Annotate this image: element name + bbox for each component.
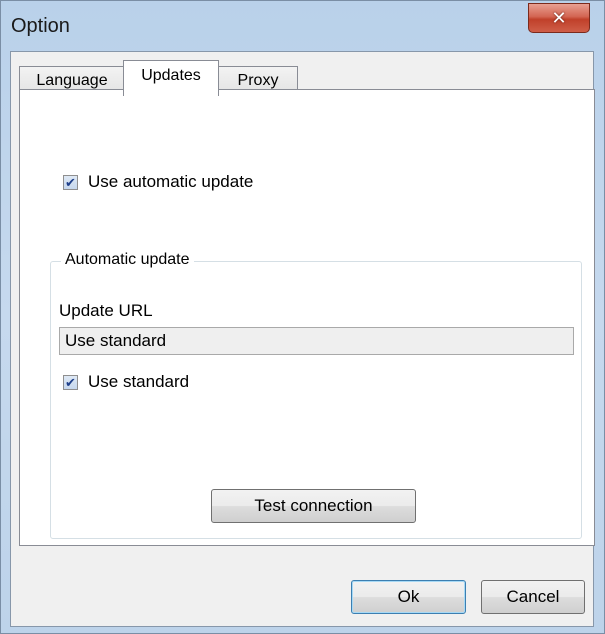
- use-standard-checkbox[interactable]: ✔: [63, 374, 78, 390]
- use-automatic-update-checkbox[interactable]: ✔: [63, 174, 78, 190]
- check-icon: ✔: [65, 174, 76, 190]
- tab-proxy-label: Proxy: [237, 71, 279, 89]
- cancel-button[interactable]: Cancel: [481, 580, 585, 614]
- update-url-field[interactable]: Use standard: [59, 327, 574, 355]
- close-icon: ✕: [551, 7, 567, 28]
- update-url-label: Update URL: [59, 301, 153, 320]
- use-automatic-update-row[interactable]: ✔ Use automatic update: [63, 172, 253, 192]
- use-standard-row[interactable]: ✔ Use standard: [63, 372, 189, 392]
- use-standard-label: Use standard: [88, 372, 190, 391]
- test-connection-label: Test connection: [254, 496, 373, 515]
- tab-updates-label: Updates: [141, 67, 201, 84]
- cancel-label: Cancel: [506, 587, 560, 606]
- updates-tab-panel: ✔ Use automatic update Automatic update …: [19, 89, 595, 546]
- window-title: Option: [11, 15, 70, 37]
- dialog-footer: Ok Cancel: [11, 546, 593, 626]
- check-icon: ✔: [65, 374, 76, 390]
- update-url-value: Use standard: [65, 331, 167, 350]
- close-button[interactable]: ✕: [528, 3, 590, 33]
- dialog-client-area: Language Updates Proxy ✔ Use automatic u…: [10, 51, 595, 627]
- use-automatic-update-label: Use automatic update: [88, 172, 254, 191]
- tab-updates[interactable]: Updates: [123, 60, 219, 96]
- automatic-update-group: Automatic update Update URL Use standard…: [50, 251, 582, 539]
- tab-language-label: Language: [36, 71, 108, 89]
- ok-button[interactable]: Ok: [351, 580, 466, 614]
- automatic-update-group-title: Automatic update: [61, 251, 194, 269]
- ok-label: Ok: [397, 587, 420, 606]
- dialog-window: Option ✕ Language Updates Proxy ✔ Use au…: [0, 0, 605, 634]
- test-connection-button[interactable]: Test connection: [211, 489, 416, 523]
